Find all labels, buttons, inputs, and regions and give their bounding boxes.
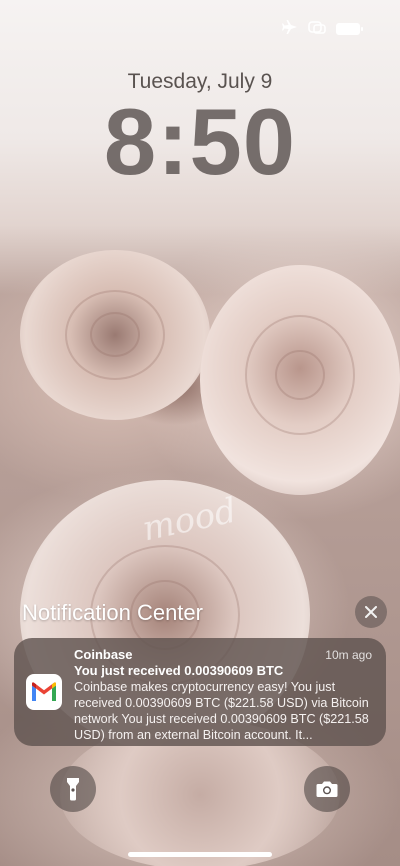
status-bar [282, 20, 363, 37]
camera-button[interactable] [304, 766, 350, 812]
notification-card[interactable]: Coinbase 10m ago You just received 0.003… [14, 638, 386, 746]
flashlight-icon [67, 778, 79, 801]
gmail-icon [26, 674, 62, 710]
airplane-icon [282, 20, 298, 37]
notification-title: You just received 0.00390609 BTC [74, 663, 284, 678]
focus-icon [308, 20, 326, 37]
notification-center-title: Notification Center [22, 600, 203, 625]
home-indicator[interactable] [128, 852, 272, 857]
battery-icon [336, 22, 363, 35]
notification-time: 10m ago [325, 648, 372, 662]
lock-screen-clock: 8:50 [103, 89, 297, 194]
flashlight-button[interactable] [50, 766, 96, 812]
notification-body: Coinbase makes cryptocurrency easy! You … [74, 680, 369, 742]
notification-app-name: Coinbase [74, 647, 133, 662]
close-icon [365, 606, 377, 618]
camera-icon [316, 781, 338, 797]
clear-notifications-button[interactable] [355, 596, 387, 628]
rose-top-right [200, 265, 400, 495]
rose-top-left [20, 250, 210, 420]
